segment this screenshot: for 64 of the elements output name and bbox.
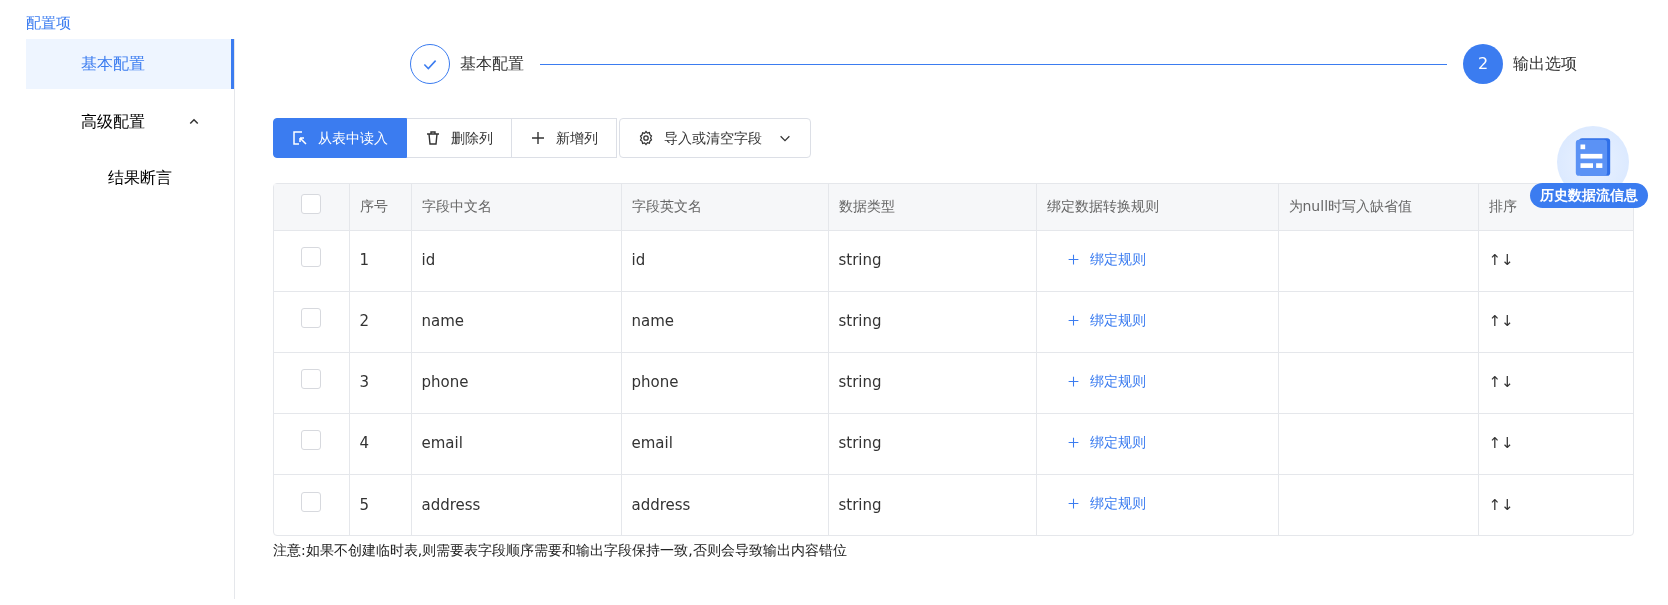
sidebar-item[interactable]: 结果断言 xyxy=(26,152,234,203)
sidebar-item[interactable]: 高级配置 xyxy=(26,96,234,147)
plus-icon xyxy=(1066,435,1080,449)
sort-arrows[interactable]: ↑↓ xyxy=(1488,312,1514,331)
bind-rule-link[interactable]: 绑定规则 xyxy=(1066,248,1146,270)
table-cell: phone xyxy=(621,352,828,413)
sidebar-title: 配置项 xyxy=(25,13,71,34)
toolbar-button[interactable]: 删除列 xyxy=(407,118,512,158)
plus-icon xyxy=(1066,497,1080,510)
bind-rule-link[interactable]: 绑定规则 xyxy=(1066,309,1146,331)
history-widget[interactable]: 历史数据流信息 xyxy=(1530,126,1664,212)
table-cell: 1 xyxy=(349,230,411,291)
step-label: 输出选项 xyxy=(1513,53,1577,75)
sort-arrows[interactable]: ↑↓ xyxy=(1488,495,1514,514)
column-header: 字段英文名 xyxy=(621,184,828,230)
table-cell: string xyxy=(828,352,1036,413)
table-cell: name xyxy=(411,291,621,352)
checkbox[interactable] xyxy=(301,308,322,329)
column-header: 数据类型 xyxy=(828,184,1036,230)
column-header: 绑定数据转换规则 xyxy=(1036,184,1278,230)
step-label: 基本配置 xyxy=(460,53,524,75)
plus-icon xyxy=(1066,313,1080,327)
table-cell: string xyxy=(828,474,1036,535)
table-cell: string xyxy=(828,291,1036,352)
table-cell: 4 xyxy=(349,413,411,474)
checkbox[interactable] xyxy=(301,193,322,214)
checkbox[interactable] xyxy=(301,430,322,451)
plus-icon xyxy=(530,130,546,146)
plus-icon xyxy=(1066,252,1080,266)
checkbox[interactable] xyxy=(301,491,322,512)
table-cell: 3 xyxy=(349,352,411,413)
checkbox[interactable] xyxy=(301,369,322,390)
table-cell: phone xyxy=(411,352,621,413)
gear-icon xyxy=(638,130,654,146)
bind-rule-link[interactable]: 绑定规则 xyxy=(1066,431,1146,453)
toolbar-button[interactable]: 导入或清空字段 xyxy=(619,118,811,158)
plus-icon xyxy=(1066,374,1080,388)
bind-rule-link[interactable]: 绑定规则 xyxy=(1066,493,1146,514)
table-cell: address xyxy=(411,474,621,535)
sort-arrows[interactable]: ↑↓ xyxy=(1488,251,1514,270)
step-number-circle: 2 xyxy=(1463,44,1503,84)
sort-arrows[interactable]: ↑↓ xyxy=(1488,434,1514,453)
table-cell: email xyxy=(621,413,828,474)
sort-arrows[interactable]: ↑↓ xyxy=(1488,373,1514,392)
checkbox[interactable] xyxy=(301,247,322,268)
table-cell: string xyxy=(828,413,1036,474)
table-cell: string xyxy=(828,230,1036,291)
column-header: 序号 xyxy=(349,184,411,230)
table-cell: 2 xyxy=(349,291,411,352)
bind-rule-link[interactable]: 绑定规则 xyxy=(1066,370,1146,392)
table-cell: id xyxy=(621,230,828,291)
toolbar-button[interactable]: 新增列 xyxy=(512,118,617,158)
toolbar-button[interactable]: 从表中读入 xyxy=(273,118,407,158)
table-cell: 5 xyxy=(349,474,411,535)
cursor-box-icon xyxy=(292,130,308,146)
column-header: 为null时写入缺省值 xyxy=(1278,184,1478,230)
table-cell: name xyxy=(621,291,828,352)
trash-icon xyxy=(425,130,441,146)
column-header: 字段中文名 xyxy=(411,184,621,230)
table-cell: email xyxy=(411,413,621,474)
table-cell: address xyxy=(621,474,828,535)
table-cell: id xyxy=(411,230,621,291)
note-text: 注意:如果不创建临时表,则需要表字段顺序需要和输出字段保持一致,否则会导致输出内容错位 xyxy=(273,541,848,560)
sidebar-item[interactable]: 基本配置 xyxy=(26,38,234,89)
